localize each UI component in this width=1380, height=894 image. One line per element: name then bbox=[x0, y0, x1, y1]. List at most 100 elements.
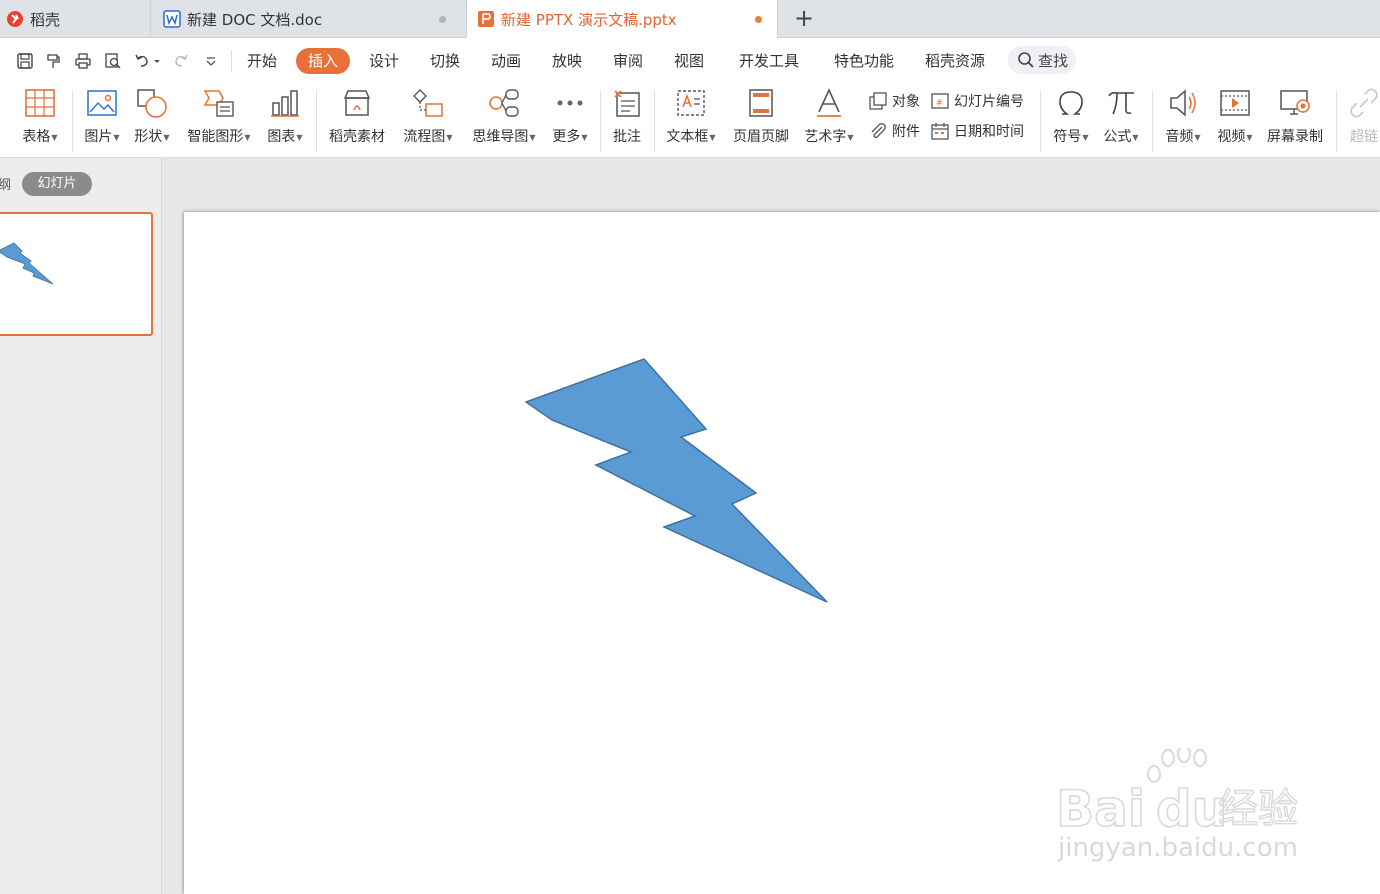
docer-material-label: 稻壳素材 bbox=[329, 129, 385, 145]
more-button[interactable]: 更多▼ bbox=[548, 86, 592, 148]
redo-icon[interactable] bbox=[170, 50, 192, 72]
new-tab-plus-icon[interactable]: + bbox=[792, 6, 816, 31]
picture-label: 图片 bbox=[84, 129, 113, 145]
screen-record-label: 屏幕录制 bbox=[1267, 129, 1323, 145]
more-label: 更多 bbox=[552, 129, 581, 145]
tab-doc-file[interactable]: 新建 DOC 文档.doc bbox=[150, 0, 464, 38]
video-icon bbox=[1218, 86, 1252, 120]
link-icon bbox=[1347, 86, 1380, 120]
tab-label: 稻壳 bbox=[30, 10, 61, 29]
mindmap-button[interactable]: 思维导图▼ bbox=[466, 86, 542, 148]
print-icon[interactable] bbox=[72, 50, 94, 72]
unsaved-dot-icon[interactable] bbox=[755, 16, 762, 23]
textbox-button[interactable]: 文本框▼ bbox=[662, 86, 720, 148]
slide-thumbnail-1[interactable] bbox=[0, 212, 153, 336]
slide-number-label: 幻灯片编号 bbox=[954, 94, 1024, 110]
menu-docer-resources[interactable]: 稻壳资源 bbox=[919, 48, 991, 74]
flowchart-button[interactable]: 流程图▼ bbox=[398, 86, 458, 148]
paperclip-icon bbox=[871, 123, 886, 138]
wordart-icon bbox=[812, 86, 846, 120]
wps-presentation-window: 稻壳 新建 DOC 文档.doc 新建 PPTX 演示文稿.pptx + 开始 … bbox=[0, 0, 1380, 894]
menu-home[interactable]: 开始 bbox=[240, 48, 284, 74]
save-icon[interactable] bbox=[14, 50, 36, 72]
wordart-label: 艺术字 bbox=[804, 129, 847, 145]
smartart-button[interactable]: 智能图形▼ bbox=[182, 86, 256, 148]
menu-design[interactable]: 设计 bbox=[362, 48, 406, 74]
chart-label: 图表 bbox=[267, 129, 296, 145]
date-time-button[interactable]: 日期和时间 bbox=[930, 120, 1024, 142]
svg-text:#: # bbox=[936, 98, 943, 107]
tab-pptx-file[interactable]: 新建 PPTX 演示文稿.pptx bbox=[466, 0, 778, 38]
tab-slides[interactable]: 幻灯片 bbox=[22, 172, 92, 196]
unsaved-dot-icon[interactable] bbox=[439, 16, 446, 23]
word-doc-icon bbox=[163, 10, 181, 28]
slide-number-button[interactable]: # 幻灯片编号 bbox=[930, 90, 1024, 112]
comment-icon bbox=[610, 86, 644, 120]
screen-record-icon bbox=[1278, 86, 1312, 120]
symbol-label: 符号 bbox=[1053, 129, 1082, 145]
audio-label: 音频 bbox=[1165, 129, 1194, 145]
pi-icon bbox=[1104, 86, 1138, 120]
header-footer-label: 页眉页脚 bbox=[733, 129, 789, 145]
wordart-button[interactable]: 艺术字▼ bbox=[800, 86, 858, 148]
object-button[interactable]: 对象 bbox=[868, 90, 920, 112]
insert-ribbon: 表格▼ 图片▼ 形状▼ 智能图形▼ 图表▼ 稻壳素材 流程图▼ 思维导图▼ 更多… bbox=[0, 82, 1380, 158]
screen-record-button[interactable]: 屏幕录制 bbox=[1262, 86, 1328, 148]
header-footer-icon bbox=[744, 86, 778, 120]
symbol-button[interactable]: 符号▼ bbox=[1048, 86, 1094, 148]
formula-button[interactable]: 公式▼ bbox=[1098, 86, 1144, 148]
menu-transitions[interactable]: 切换 bbox=[423, 48, 467, 74]
textbox-label: 文本框 bbox=[666, 129, 709, 145]
tab-label: 新建 DOC 文档.doc bbox=[187, 10, 323, 29]
table-button[interactable]: 表格▼ bbox=[16, 86, 64, 148]
baidu-jingyan-watermark: Bai du 经验 jingyan.baidu.com bbox=[1055, 745, 1316, 868]
attachment-button[interactable]: 附件 bbox=[868, 120, 920, 142]
menu-view[interactable]: 视图 bbox=[667, 48, 711, 74]
search-icon bbox=[1018, 52, 1034, 68]
attachment-label: 附件 bbox=[892, 124, 920, 140]
menu-insert[interactable]: 插入 bbox=[296, 48, 350, 74]
flowchart-label: 流程图 bbox=[403, 129, 446, 145]
customize-dropdown-icon[interactable] bbox=[200, 50, 222, 72]
format-painter-icon[interactable] bbox=[42, 50, 64, 72]
smartart-icon bbox=[202, 86, 236, 120]
more-dots-icon bbox=[553, 86, 587, 120]
audio-button[interactable]: 音频▼ bbox=[1160, 86, 1206, 148]
svg-text:Bai: Bai bbox=[1056, 780, 1145, 838]
hyperlink-button[interactable]: 超链 bbox=[1344, 86, 1380, 148]
video-button[interactable]: 视频▼ bbox=[1212, 86, 1258, 148]
menu-bar: 开始 插入 设计 切换 动画 放映 审阅 视图 开发工具 特色功能 稻壳资源 查… bbox=[0, 38, 1380, 82]
picture-icon bbox=[85, 86, 119, 120]
mindmap-label: 思维导图 bbox=[472, 129, 529, 145]
watermark-url: jingyan.baidu.com bbox=[1057, 833, 1298, 863]
thumbnail-lightning-shape bbox=[0, 242, 54, 285]
object-label: 对象 bbox=[892, 94, 920, 110]
undo-icon[interactable] bbox=[132, 50, 164, 72]
print-preview-icon[interactable] bbox=[102, 50, 124, 72]
menu-developer-tools[interactable]: 开发工具 bbox=[733, 48, 805, 74]
flowchart-icon bbox=[411, 86, 445, 120]
shape-button[interactable]: 形状▼ bbox=[130, 86, 174, 148]
date-time-label: 日期和时间 bbox=[954, 124, 1024, 140]
picture-button[interactable]: 图片▼ bbox=[80, 86, 124, 148]
search-button[interactable]: 查找 bbox=[1008, 46, 1076, 74]
shape-icon bbox=[135, 86, 169, 120]
docer-material-button[interactable]: 稻壳素材 bbox=[324, 86, 390, 148]
header-footer-button[interactable]: 页眉页脚 bbox=[728, 86, 794, 148]
menu-animations[interactable]: 动画 bbox=[484, 48, 528, 74]
tab-outline[interactable]: 纲 bbox=[0, 174, 11, 193]
menu-slideshow[interactable]: 放映 bbox=[545, 48, 589, 74]
search-label: 查找 bbox=[1038, 51, 1069, 70]
chart-button[interactable]: 图表▼ bbox=[262, 86, 308, 148]
comment-button[interactable]: 批注 bbox=[606, 86, 648, 148]
mindmap-icon bbox=[487, 86, 521, 120]
menu-special-features[interactable]: 特色功能 bbox=[828, 48, 900, 74]
tab-docer-home[interactable]: 稻壳 bbox=[0, 0, 148, 38]
lightning-bolt-shape[interactable] bbox=[524, 358, 828, 603]
menu-review[interactable]: 审阅 bbox=[606, 48, 650, 74]
slide-number-icon: # bbox=[931, 93, 949, 109]
slide-thumbnail-panel: 纲 幻灯片 bbox=[0, 158, 162, 894]
tab-label: 新建 PPTX 演示文稿.pptx bbox=[501, 10, 677, 29]
formula-label: 公式 bbox=[1103, 129, 1132, 145]
shape-label: 形状 bbox=[134, 129, 163, 145]
